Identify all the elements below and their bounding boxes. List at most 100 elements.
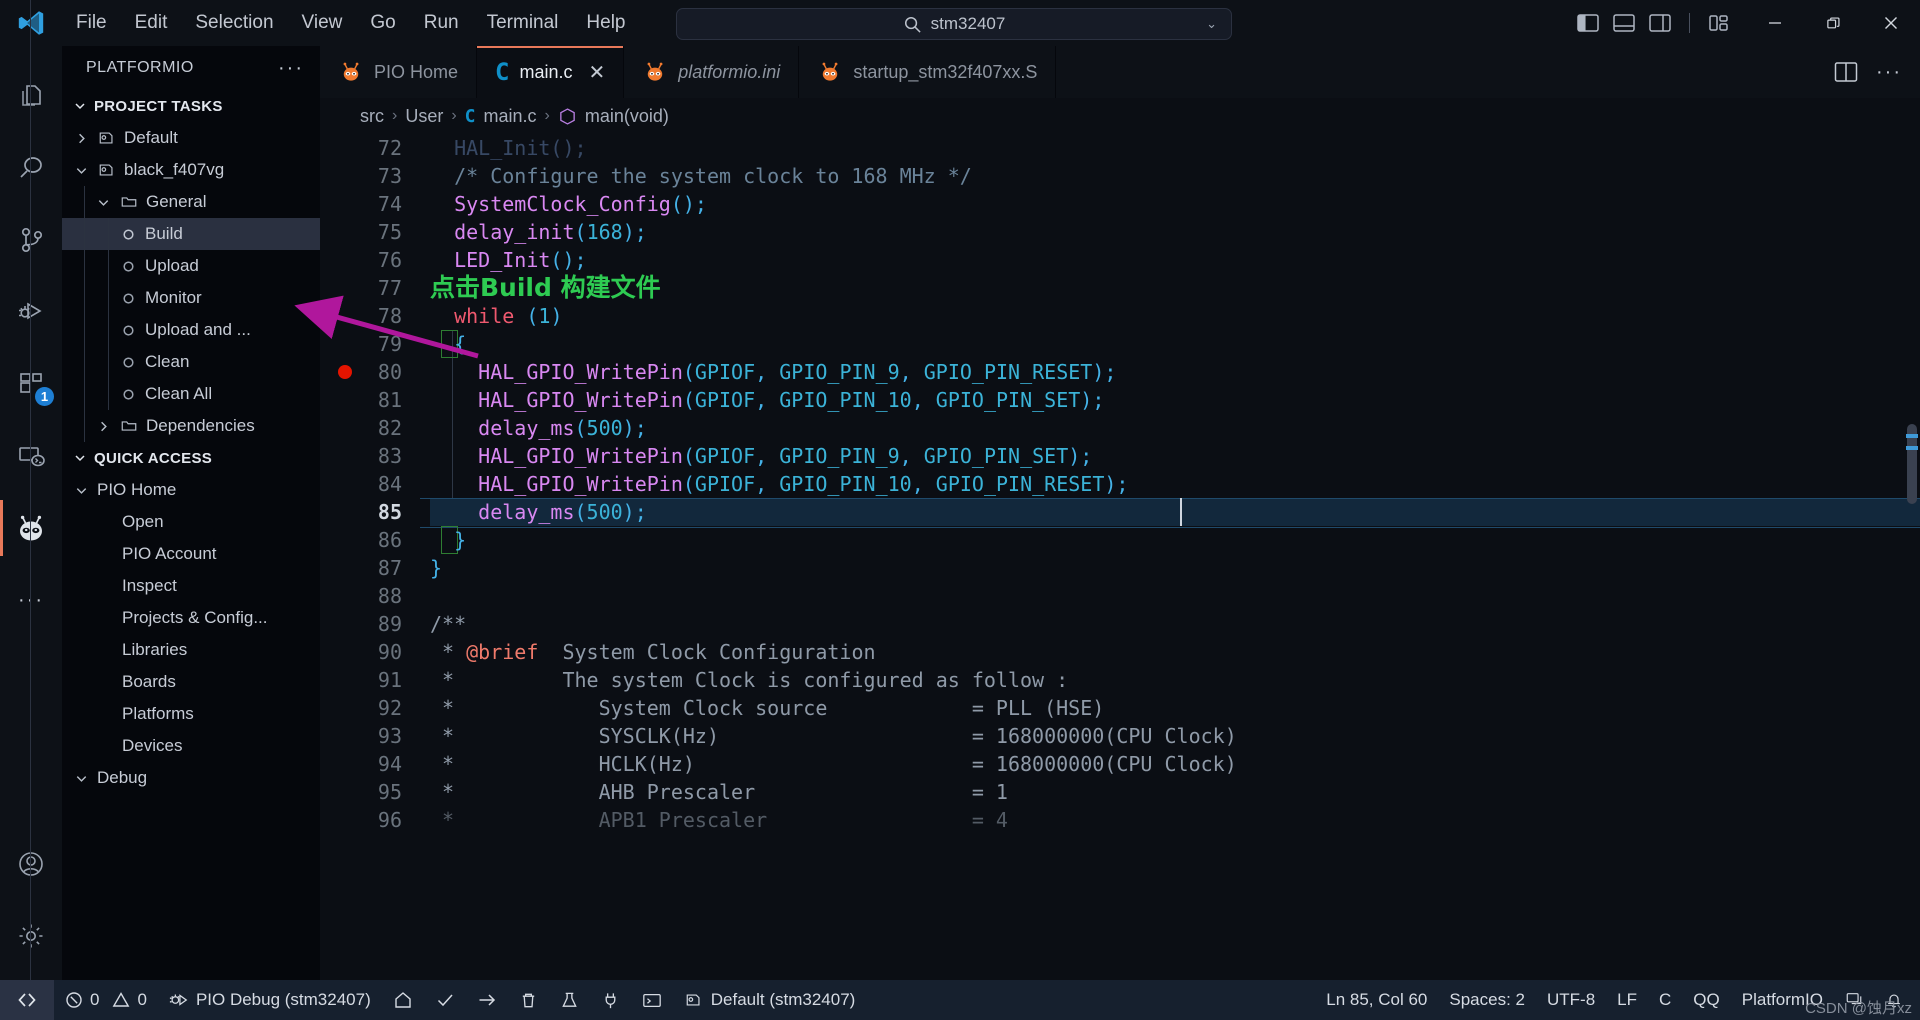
close-button[interactable] [1862,0,1920,46]
code-line[interactable]: * @brief System Clock Configuration [430,638,1920,666]
tree-item-general[interactable]: General [62,186,320,218]
status-pio-project-env[interactable]: Default (stm32407) [673,980,867,1020]
tab-startup-stm32f407xx-s[interactable]: startup_stm32f407xx.S [799,46,1057,98]
status-language-mode[interactable]: C [1648,980,1682,1020]
menu-file[interactable]: File [62,8,121,38]
code-line[interactable]: 点击Build 构建文件 [430,274,1920,302]
breadcrumb-symbol[interactable]: main(void) [585,106,669,127]
close-icon[interactable]: ✕ [589,60,606,85]
activity-item-extensions[interactable]: 1 [0,348,62,420]
code-line[interactable]: * The system Clock is configured as foll… [430,666,1920,694]
code-line[interactable]: /* Configure the system clock to 168 MHz… [430,162,1920,190]
chevron-down-icon[interactable]: ⌄ [1206,16,1217,32]
code-line[interactable]: HAL_Init(); [430,134,1920,162]
section-quick-access[interactable]: QUICK ACCESS [62,442,320,474]
code-line[interactable]: HAL_GPIO_WritePin(GPIOF, GPIO_PIN_10, GP… [430,386,1920,414]
status-qq-input[interactable]: QQ [1682,980,1730,1020]
activity-item-accounts[interactable] [0,828,62,900]
breadcrumb-src[interactable]: src [360,106,384,127]
quick-access-platforms[interactable]: Platforms [30,0,320,1020]
code-line[interactable] [430,582,1920,610]
status-eol[interactable]: LF [1606,980,1648,1020]
status-pio-serial-monitor[interactable] [590,980,631,1020]
code-line[interactable]: while (1) [430,302,1920,330]
code-line[interactable]: HAL_GPIO_WritePin(GPIOF, GPIO_PIN_9, GPI… [430,442,1920,470]
code-line[interactable]: SystemClock_Config(); [430,190,1920,218]
activity-item-source-control[interactable] [0,204,62,276]
activity-item-explorer[interactable] [0,60,62,132]
tree-item-default[interactable]: Default [62,122,320,154]
code-line[interactable]: * APB1 Prescaler = 4 [430,806,1920,834]
chevron-down-icon[interactable] [72,771,90,786]
status-pio-home[interactable] [382,980,424,1020]
code-editor[interactable]: 72 73 74 75 76 77 78 79 80 81 82 83 84 85 86 87 88 89 90 91… [320,134,1920,980]
tree-item-pio-home[interactable]: PIO Home [62,474,320,506]
quick-access-pio-account[interactable]: PIO Account [30,0,320,1020]
code-line[interactable]: } [430,526,1920,554]
split-editor-icon[interactable] [1834,61,1858,83]
tree-item-monitor[interactable]: Monitor [62,282,320,314]
tab-platformio-ini[interactable]: platformio.ini [624,46,800,98]
quick-access-libraries[interactable]: Libraries [30,0,320,1020]
quick-access-open[interactable]: Open [30,0,320,1020]
more-actions-icon[interactable]: ··· [1876,61,1902,84]
section-project-tasks[interactable]: PROJECT TASKS [62,90,320,122]
code-line[interactable]: } [430,554,1920,582]
activity-item-search[interactable] [0,132,62,204]
menu-view[interactable]: View [288,8,357,38]
status-pio-test[interactable] [549,980,590,1020]
tab-main-c[interactable]: C main.c ✕ [477,46,625,98]
breadcrumb-main-c[interactable]: main.c [484,106,537,127]
status-cursor-position[interactable]: Ln 85, Col 60 [1315,980,1438,1020]
breakpoint-marker[interactable] [338,365,352,379]
activity-item-run-and-debug[interactable] [0,276,62,348]
menu-run[interactable]: Run [410,8,473,38]
activity-item-remote-explorer[interactable] [0,420,62,492]
maximize-button[interactable] [1804,0,1862,46]
menu-terminal[interactable]: Terminal [473,8,573,38]
activity-item-platformio[interactable] [0,492,62,564]
code-line[interactable]: /** [430,610,1920,638]
menu-help[interactable]: Help [572,8,639,38]
activity-item-settings[interactable] [0,900,62,972]
code-content[interactable]: HAL_Init(); /* Configure the system cloc… [420,134,1920,980]
activity-item-more[interactable]: ··· [0,564,62,636]
chevron-down-icon[interactable] [72,483,90,498]
status-pio-upload[interactable] [466,980,508,1020]
status-problems[interactable]: 0 0 [54,980,158,1020]
chevron-down-icon[interactable] [94,195,112,210]
quick-access-inspect[interactable]: Inspect [30,0,320,1020]
code-line[interactable]: HAL_GPIO_WritePin(GPIOF, GPIO_PIN_10, GP… [430,470,1920,498]
status-encoding[interactable]: UTF-8 [1536,980,1606,1020]
sidebar-more-actions-icon[interactable]: ··· [278,57,304,80]
code-line[interactable]: delay_ms(500); [430,414,1920,442]
quick-access-boards[interactable]: Boards [30,0,320,1020]
menu-selection[interactable]: Selection [181,8,287,38]
code-line[interactable]: HAL_GPIO_WritePin(GPIOF, GPIO_PIN_9, GPI… [430,358,1920,386]
tree-item-black-f407vg[interactable]: black_f407vg [62,154,320,186]
toggle-primary-sidebar-icon[interactable] [1577,13,1599,33]
menu-go[interactable]: Go [356,8,409,38]
tree-item-clean[interactable]: Clean [62,346,320,378]
code-line[interactable]: * System Clock source = PLL (HSE) [430,694,1920,722]
code-line[interactable]: * HCLK(Hz) = 168000000(CPU Clock) [430,750,1920,778]
status-pio-debug[interactable]: PIO Debug (stm32407) [158,980,382,1020]
code-line[interactable]: LED_Init(); [430,246,1920,274]
command-center-search[interactable]: stm32407 ⌄ [676,8,1232,40]
tree-item-build[interactable]: Build [62,218,320,250]
status-pio-build[interactable] [424,980,466,1020]
tree-item-debug[interactable]: Debug [62,762,320,794]
toggle-panel-icon[interactable] [1613,13,1635,33]
toggle-secondary-sidebar-icon[interactable] [1649,13,1671,33]
code-line[interactable]: delay_init(168); [430,218,1920,246]
chevron-right-icon[interactable] [72,131,90,146]
minimize-button[interactable] [1746,0,1804,46]
chevron-down-icon[interactable] [72,163,90,178]
remote-window-indicator[interactable] [0,980,54,1020]
tree-item-clean-all[interactable]: Clean All [62,378,320,410]
code-line[interactable]: * SYSCLK(Hz) = 168000000(CPU Clock) [430,722,1920,750]
status-pio-new-terminal[interactable] [631,980,673,1020]
tab-pio-home[interactable]: PIO Home [320,46,478,98]
quick-access-devices[interactable]: Devices [30,0,320,1020]
quick-access-projects-config[interactable]: Projects & Config... [30,0,320,1020]
